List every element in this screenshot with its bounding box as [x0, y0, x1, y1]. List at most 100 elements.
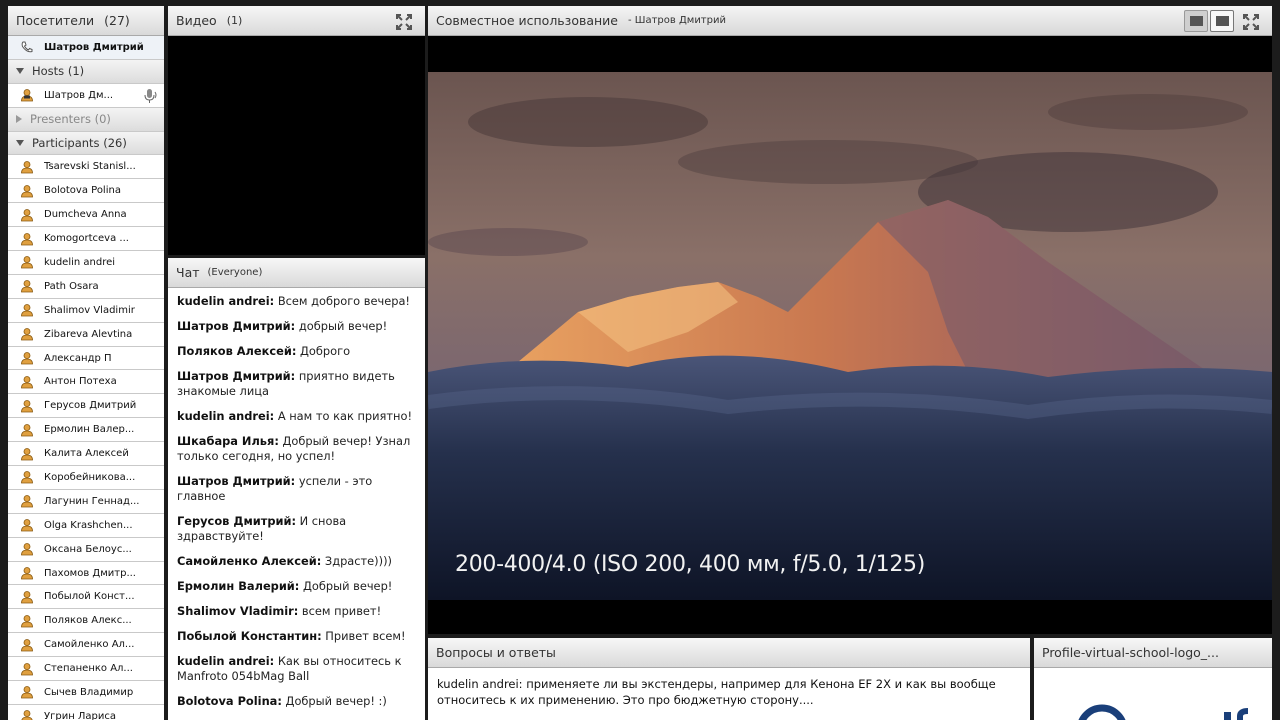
participant-row[interactable]: Tsarevski Stanisl...: [8, 155, 164, 180]
share-title: Совместное использование: [436, 13, 618, 28]
chat-author: Ермолин Валерий:: [177, 579, 300, 593]
participant-name: Александр П: [44, 352, 112, 364]
chat-text: Добрый вечер! :): [281, 694, 387, 708]
share-header: Совместное использование - Шатров Дмитри…: [428, 6, 1272, 36]
attendees-header: Посетители (27): [8, 6, 164, 36]
chat-author: kudelin andrei:: [177, 294, 275, 308]
chat-author: kudelin andrei:: [177, 409, 275, 423]
participant-row[interactable]: Калита Алексей: [8, 442, 164, 467]
participant-row[interactable]: Степаненко Ал...: [8, 657, 164, 682]
view-mode-buttons: [1184, 10, 1234, 32]
chat-text: А нам то как приятно!: [274, 409, 413, 423]
screen-icon: [1190, 16, 1203, 26]
hosts-group-label: Hosts (1): [32, 64, 85, 79]
participant-row[interactable]: Сычев Владимир: [8, 681, 164, 705]
participant-name: Olga Krashchen...: [44, 519, 133, 531]
participant-row[interactable]: Оксана Белоус...: [8, 538, 164, 562]
user-icon: [21, 399, 33, 413]
chat-audience[interactable]: (Everyone): [208, 267, 263, 278]
chat-message: Ермолин Валерий: Добрый вечер!: [177, 579, 417, 594]
fit-width-button[interactable]: [1184, 10, 1208, 32]
participant-row[interactable]: Антон Потеха: [8, 370, 164, 395]
user-icon: [21, 710, 33, 720]
participant-name: Коробейникова...: [44, 471, 136, 483]
chat-text: Здрасте)))): [321, 554, 392, 568]
participant-row[interactable]: Olga Krashchen...: [8, 514, 164, 538]
chat-message: Самойленко Алексей: Здрасте)))): [177, 554, 417, 569]
user-icon: [21, 614, 33, 628]
participant-name: Побылой Конст...: [44, 591, 135, 603]
fullscreen-icon[interactable]: [1242, 13, 1260, 31]
host-row[interactable]: Шатров Дм...: [8, 84, 164, 108]
current-user-name: Шатров Дмитрий: [44, 41, 144, 53]
attendees-count: (27): [104, 13, 130, 28]
hosts-group-header[interactable]: Hosts (1): [8, 59, 164, 84]
qa-question[interactable]: kudelin andrei: применяете ли вы экстенд…: [428, 668, 1030, 716]
mountain-photo: [428, 72, 1272, 600]
participants-group-header[interactable]: Participants (26): [8, 131, 164, 156]
participant-row[interactable]: Dumcheva Anna: [8, 203, 164, 228]
chat-text: добрый вечер!: [295, 319, 388, 333]
chat-text: Привет всем!: [321, 629, 406, 643]
participant-row[interactable]: Bolotova Polina: [8, 179, 164, 204]
chat-message: Герусов Дмитрий: И снова здравствуйте!: [177, 514, 417, 544]
participant-name: Bolotova Polina: [44, 185, 121, 197]
participant-row[interactable]: Zibareva Alevtina: [8, 323, 164, 347]
participant-row[interactable]: Komogortceva ...: [8, 227, 164, 252]
participant-name: Лагунин Геннад...: [44, 495, 140, 507]
user-icon: [21, 184, 33, 198]
participant-row[interactable]: Коробейникова...: [8, 466, 164, 490]
participant-row[interactable]: Shalimov Vladimir: [8, 299, 164, 323]
user-icon: [21, 447, 33, 460]
video-header: Видео (1): [168, 6, 425, 36]
chat-author: Bolotova Polina:: [177, 694, 282, 708]
user-icon: [21, 304, 33, 317]
participant-row[interactable]: Лагунин Геннад...: [8, 490, 164, 514]
participant-row[interactable]: Побылой Конст...: [8, 585, 164, 610]
participant-row[interactable]: Ермолин Валер...: [8, 418, 164, 443]
video-count: (1): [226, 14, 243, 27]
user-icon: [21, 567, 33, 580]
participant-row[interactable]: kudelin andrei: [8, 251, 164, 275]
school-logo-image: [1078, 704, 1249, 720]
presenters-group-label: Presenters (0): [30, 112, 111, 127]
presenters-group-header[interactable]: Presenters (0): [8, 107, 164, 132]
participant-row[interactable]: Герусов Дмитрий: [8, 394, 164, 419]
participant-row[interactable]: Самойленко Ал...: [8, 633, 164, 658]
user-icon: [21, 686, 33, 699]
participant-row[interactable]: Поляков Алекс...: [8, 609, 164, 634]
user-icon: [21, 232, 33, 245]
fullscreen-icon[interactable]: [395, 13, 413, 31]
chat-author: Шатров Дмитрий:: [177, 369, 296, 383]
chat-message: Побылой Константин: Привет всем!: [177, 629, 417, 644]
user-icon: [21, 352, 33, 365]
participant-name: Path Osara: [44, 280, 99, 292]
chat-message: kudelin andrei: Всем доброго вечера!: [177, 294, 417, 309]
user-icon: [21, 328, 33, 341]
current-user-row[interactable]: Шатров Дмитрий: [8, 36, 164, 60]
participant-name: Герусов Дмитрий: [44, 400, 137, 412]
chat-header: Чат (Everyone): [168, 258, 425, 288]
participant-name: Антон Потеха: [44, 376, 117, 388]
participant-row[interactable]: Александр П: [8, 347, 164, 371]
participant-name: Поляков Алекс...: [44, 615, 132, 627]
video-title: Видео: [176, 13, 217, 28]
chat-author: Shalimov Vladimir:: [177, 604, 299, 618]
share-pod: Совместное использование - Шатров Дмитри…: [428, 6, 1272, 634]
chat-pod: Чат (Everyone) kudelin andrei: Всем добр…: [168, 258, 425, 720]
chat-author: Герусов Дмитрий:: [177, 514, 297, 528]
participant-name: Самойленко Ал...: [44, 639, 135, 651]
participant-row[interactable]: Угрин Лариса: [8, 705, 164, 720]
phone-icon: [21, 41, 33, 53]
user-icon: [21, 495, 33, 508]
chat-message: Шатров Дмитрий: добрый вечер!: [177, 319, 417, 334]
collapse-triangle-icon: [16, 68, 24, 75]
chat-author: Самойленко Алексей:: [177, 554, 322, 568]
user-icon: [21, 519, 33, 532]
participant-row[interactable]: Пахомов Дмитр...: [8, 562, 164, 586]
participant-name: Оксана Белоус...: [44, 543, 132, 555]
full-screen-view-button[interactable]: [1210, 10, 1234, 32]
logo-pod: Profile-virtual-school-logo_...: [1034, 638, 1272, 720]
participant-row[interactable]: Path Osara: [8, 275, 164, 299]
attendees-pod: Посетители (27) Шатров Дмитрий Hosts (1)…: [8, 6, 164, 720]
